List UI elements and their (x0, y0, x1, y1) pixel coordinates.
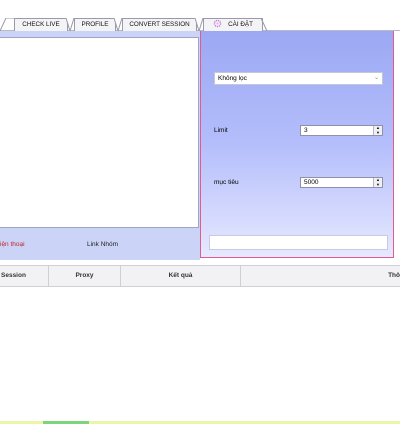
tab-separator (261, 18, 269, 31)
column-header-proxy[interactable]: Proxy (49, 266, 121, 286)
tab-strip: CHECK LIVE PROFILE CONVERT SESSION CÀI Đ… (0, 14, 400, 32)
limit-spinner[interactable]: 3 ▲ ▼ (300, 125, 383, 136)
tab-convert-session[interactable]: CONVERT SESSION (122, 18, 197, 31)
tab-content: iện thoại Link Nhóm Không lọc ⌄ Limit 3 … (0, 31, 400, 260)
tab-check-live-label: CHECK LIVE (22, 21, 60, 28)
tab-check-live[interactable]: CHECK LIVE (14, 18, 68, 31)
column-header-label: Proxy (75, 272, 94, 279)
limit-label: Limit (214, 127, 228, 134)
tab-separator (0, 18, 14, 31)
arrow-down-icon[interactable]: ▼ (374, 130, 382, 136)
filter-select[interactable]: Không lọc ⌄ (214, 72, 383, 85)
tab-settings-label: CÀI ĐẶT (228, 21, 253, 28)
target-spinner-buttons[interactable]: ▲ ▼ (373, 177, 382, 188)
target-spinner[interactable]: 5000 ▲ ▼ (300, 177, 383, 188)
tab-separator (66, 18, 74, 31)
target-value: 5000 (304, 179, 319, 186)
column-header-session[interactable]: Session (0, 266, 49, 286)
tab-separator (114, 18, 122, 31)
result-grid-header: Session Proxy Kết quả Thô (0, 265, 400, 287)
arrow-down-icon[interactable]: ▼ (374, 182, 382, 188)
tab-separator (195, 18, 203, 31)
limit-spinner-buttons[interactable]: ▲ ▼ (373, 125, 382, 136)
left-panel: iện thoại Link Nhóm (0, 31, 200, 260)
tab-convert-session-label: CONVERT SESSION (129, 21, 190, 28)
tab-profile[interactable]: PROFILE (74, 18, 116, 31)
gear-icon (213, 19, 222, 28)
input-textarea[interactable] (0, 37, 199, 228)
column-header-label: Thô (388, 272, 400, 279)
chevron-down-icon: ⌄ (373, 75, 379, 81)
tab-profile-label: PROFILE (81, 21, 109, 28)
phone-label: iện thoại (0, 241, 25, 248)
column-header-result[interactable]: Kết quả (121, 266, 241, 286)
group-link-label: Link Nhóm (87, 241, 119, 248)
tab-settings[interactable]: CÀI ĐẶT (203, 18, 263, 31)
column-header-label: Session (1, 272, 26, 279)
filter-select-value: Không lọc (218, 75, 247, 82)
target-label: mục tiêu (214, 179, 239, 186)
group-link-input[interactable] (209, 235, 388, 250)
limit-value: 3 (304, 127, 308, 134)
column-header-label: Kết quả (168, 272, 193, 279)
right-panel: Không lọc ⌄ Limit 3 ▲ ▼ mục tiêu 5000 ▲ … (200, 31, 394, 258)
result-grid-body[interactable] (0, 287, 400, 420)
column-header-time[interactable]: Thô (241, 266, 400, 286)
